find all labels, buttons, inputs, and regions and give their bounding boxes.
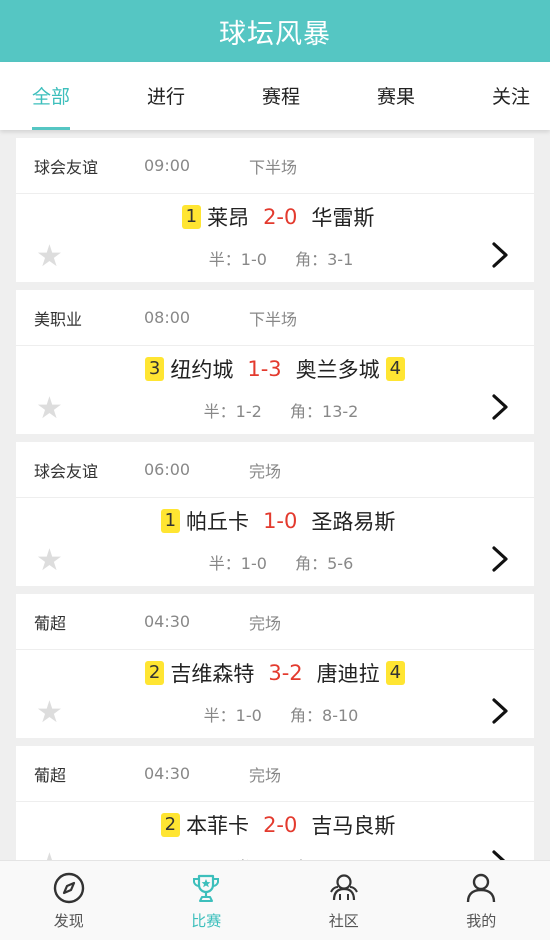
- nav-label: 比赛: [191, 912, 222, 930]
- half-label: 半：: [203, 706, 236, 725]
- user-icon: [467, 873, 496, 903]
- score-line: 2 吉维森特 3-2 唐迪拉 4: [16, 656, 534, 690]
- away-team: 吉马良斯: [311, 814, 396, 838]
- half-label: 半：: [208, 250, 241, 269]
- away-team: 圣路易斯: [311, 510, 396, 534]
- corner-count: 3-1: [327, 250, 354, 269]
- tab-schedule[interactable]: 赛程: [262, 62, 300, 130]
- league-name: 球会友谊: [34, 157, 99, 177]
- chevron-right-icon[interactable]: [488, 696, 512, 726]
- chevron-right-icon[interactable]: [488, 544, 512, 574]
- match-time: 09:00: [144, 156, 191, 175]
- match-list[interactable]: 球会友谊 09:00 下半场 1 莱昂 2-0 华雷斯 ★ 半：1-0 角：3-…: [0, 130, 550, 860]
- home-team: 本菲卡: [186, 814, 250, 838]
- match-stats: 半：1-0 角：5-6: [16, 550, 534, 574]
- match-filter-tabs: 全部 进行 赛程 赛果 关注: [0, 62, 550, 130]
- score-line: 1 莱昂 2-0 华雷斯: [16, 200, 534, 234]
- match-status: 完场: [249, 461, 282, 481]
- corner-label: 角：: [290, 402, 323, 421]
- compass-icon: [53, 872, 84, 904]
- match-score: 2-0: [263, 205, 298, 229]
- match-time: 06:00: [144, 460, 191, 479]
- match-card[interactable]: 球会友谊 06:00 完场 1 帕丘卡 1-0 圣路易斯 ★ 半：1-0 角：5…: [16, 442, 534, 586]
- match-header: 葡超 04:30 完场: [16, 594, 534, 650]
- match-status: 完场: [249, 765, 282, 785]
- match-stats: 半：1-2 角：13-2: [16, 398, 534, 422]
- tab-following[interactable]: 关注: [492, 62, 530, 130]
- league-name: 美职业: [34, 309, 83, 329]
- corner-label: 角：: [295, 250, 328, 269]
- bottom-navigation: 发现 比赛 社区 我的: [0, 860, 550, 940]
- match-score: 1-3: [247, 357, 282, 381]
- match-status: 下半场: [249, 157, 298, 177]
- half-score: 1-0: [240, 250, 267, 269]
- match-header: 球会友谊 09:00 下半场: [16, 138, 534, 194]
- match-time: 04:30: [144, 612, 191, 631]
- app-title-bar: 球坛风暴: [0, 0, 550, 62]
- chevron-right-icon[interactable]: [488, 848, 512, 860]
- match-score: 3-2: [268, 661, 303, 685]
- score-line: 1 帕丘卡 1-0 圣路易斯: [16, 504, 534, 538]
- nav-label: 社区: [328, 912, 359, 930]
- nav-community[interactable]: 社区: [289, 861, 399, 940]
- app-title: 球坛风暴: [219, 18, 331, 50]
- match-time: 04:30: [144, 764, 191, 783]
- home-rank-badge: 3: [144, 357, 165, 381]
- nav-matches[interactable]: 比赛: [151, 861, 261, 940]
- away-team: 奥兰多城: [295, 358, 380, 382]
- home-rank-badge: 2: [144, 661, 165, 685]
- match-header: 美职业 08:00 下半场: [16, 290, 534, 346]
- league-name: 球会友谊: [34, 461, 99, 481]
- match-card[interactable]: 球会友谊 09:00 下半场 1 莱昂 2-0 华雷斯 ★ 半：1-0 角：3-…: [16, 138, 534, 282]
- score-line: 3 纽约城 1-3 奥兰多城 4: [16, 352, 534, 386]
- league-name: 葡超: [34, 613, 67, 633]
- tab-all[interactable]: 全部: [32, 62, 71, 130]
- match-card[interactable]: 葡超 04:30 完场 2 本菲卡 2-0 吉马良斯 ★ 半： 角：: [16, 746, 534, 860]
- home-rank-badge: 1: [160, 509, 181, 533]
- corner-label: 角：: [295, 554, 328, 573]
- home-team: 帕丘卡: [186, 510, 250, 534]
- half-label: 半：: [203, 402, 236, 421]
- score-line: 2 本菲卡 2-0 吉马良斯: [16, 808, 534, 842]
- home-team: 莱昂: [207, 206, 250, 230]
- home-rank-badge: 2: [160, 813, 181, 837]
- corner-count: 13-2: [322, 402, 359, 421]
- match-stats: 半：1-0 角：3-1: [16, 246, 534, 270]
- away-team: 华雷斯: [311, 206, 375, 230]
- away-rank-badge: 4: [385, 661, 406, 685]
- nav-profile[interactable]: 我的: [426, 861, 536, 940]
- away-rank-badge: 4: [385, 357, 406, 381]
- match-header: 葡超 04:30 完场: [16, 746, 534, 802]
- corner-label: 角：: [290, 706, 323, 725]
- home-team: 纽约城: [170, 358, 234, 382]
- nav-label: 我的: [466, 912, 497, 930]
- away-team: 唐迪拉: [316, 662, 380, 686]
- trophy-icon: [193, 874, 220, 902]
- chevron-right-icon[interactable]: [488, 392, 512, 422]
- match-time: 08:00: [144, 308, 191, 327]
- match-status: 完场: [249, 613, 282, 633]
- home-rank-badge: 1: [181, 205, 202, 229]
- corner-count: 8-10: [322, 706, 359, 725]
- corner-count: 5-6: [327, 554, 354, 573]
- home-team: 吉维森特: [170, 662, 255, 686]
- league-name: 葡超: [34, 765, 67, 785]
- nav-discover[interactable]: 发现: [14, 861, 124, 940]
- half-score: 1-0: [235, 706, 262, 725]
- match-card[interactable]: 美职业 08:00 下半场 3 纽约城 1-3 奥兰多城 4 ★ 半：1-2 角…: [16, 290, 534, 434]
- match-header: 球会友谊 06:00 完场: [16, 442, 534, 498]
- match-card[interactable]: 葡超 04:30 完场 2 吉维森特 3-2 唐迪拉 4 ★ 半：1-0 角：8…: [16, 594, 534, 738]
- match-stats: 半：1-0 角：8-10: [16, 702, 534, 726]
- tab-results[interactable]: 赛果: [377, 62, 415, 130]
- match-score: 2-0: [263, 813, 298, 837]
- half-score: 1-2: [235, 402, 262, 421]
- nav-label: 发现: [53, 912, 84, 930]
- tab-live[interactable]: 进行: [147, 62, 185, 130]
- community-icon: [329, 874, 358, 901]
- half-score: 1-0: [240, 554, 267, 573]
- match-status: 下半场: [249, 309, 298, 329]
- half-label: 半：: [208, 554, 241, 573]
- match-score: 1-0: [263, 509, 298, 533]
- chevron-right-icon[interactable]: [488, 240, 512, 270]
